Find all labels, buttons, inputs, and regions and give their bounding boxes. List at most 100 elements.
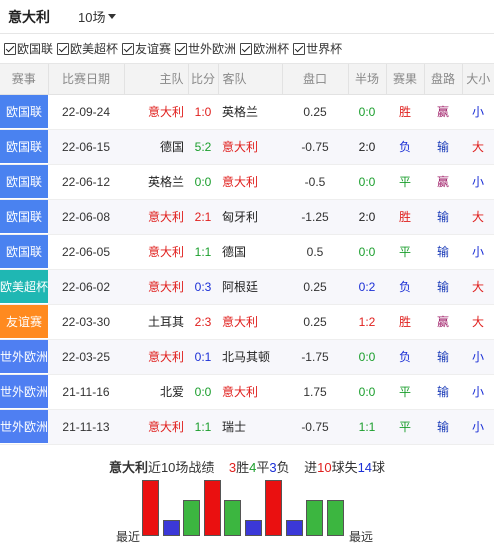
table-row[interactable]: 友谊赛 22-03-30 土耳其 2:3 意大利 0.25 1:2 胜 赢 大: [0, 304, 494, 340]
checkbox-checked-icon[interactable]: [4, 42, 16, 55]
table-row[interactable]: 世外欧洲 21-11-16 北爱 0:0 意大利 1.75 0:0 平 输 小: [0, 374, 494, 410]
away-team[interactable]: 英格兰: [218, 94, 282, 130]
away-team[interactable]: 德国: [218, 234, 282, 270]
home-team[interactable]: 意大利: [124, 234, 188, 270]
league-badge[interactable]: 世外欧洲: [0, 340, 48, 373]
trend-bar: [142, 480, 159, 536]
ou-result: 小: [462, 374, 494, 410]
filter-label: 友谊赛: [135, 42, 172, 56]
table-row[interactable]: 欧国联 22-06-05 意大利 1:1 德国 0.5 0:0 平 输 小: [0, 234, 494, 270]
trend-bar: [224, 500, 241, 536]
table-row[interactable]: 世外欧洲 22-03-25 意大利 0:1 北马其顿 -1.75 0:0 负 输…: [0, 339, 494, 375]
filter-shiwai[interactable]: 世外欧洲: [175, 40, 236, 57]
wins-label: 胜: [236, 460, 250, 475]
goals-for: 10: [317, 460, 332, 475]
asian-result: 输: [424, 374, 462, 410]
handicap: -0.75: [282, 129, 348, 165]
checkbox-checked-icon[interactable]: [57, 42, 70, 55]
checkbox-checked-icon[interactable]: [122, 42, 135, 55]
goals-against-label: 球失: [331, 460, 358, 475]
handicap: 0.25: [282, 269, 348, 305]
halftime-score: 0:0: [348, 164, 386, 200]
filter-youyi[interactable]: 友谊赛: [122, 40, 171, 57]
table-row[interactable]: 欧美超杯 22-06-02 意大利 0:3 阿根廷 0.25 0:2 负 输 大: [0, 269, 494, 305]
home-team[interactable]: 意大利: [124, 409, 188, 445]
chart-right-label: 最远: [349, 530, 374, 543]
match-date: 21-11-13: [48, 409, 124, 445]
league-badge[interactable]: 欧国联: [0, 130, 48, 163]
away-team[interactable]: 阿根廷: [218, 269, 282, 305]
table-row[interactable]: 欧国联 22-06-08 意大利 2:1 匈牙利 -1.25 2:0 胜 输 大: [0, 199, 494, 235]
match-date: 21-11-16: [48, 374, 124, 410]
league-badge[interactable]: 欧国联: [0, 200, 48, 233]
table-row[interactable]: 欧国联 22-06-12 英格兰 0:0 意大利 -0.5 0:0 平 赢 小: [0, 164, 494, 200]
filter-shijie[interactable]: 世界杯: [293, 40, 342, 57]
asian-result: 输: [424, 199, 462, 235]
home-team[interactable]: 意大利: [124, 94, 188, 130]
table-row[interactable]: 欧国联 22-06-15 德国 5:2 意大利 -0.75 2:0 负 输 大: [0, 129, 494, 165]
score: 0:0: [188, 374, 218, 410]
col-result: 赛果: [386, 64, 425, 95]
filter-ouzhou[interactable]: 欧洲杯: [240, 40, 289, 57]
away-team[interactable]: 瑞士: [218, 409, 282, 445]
home-team[interactable]: 土耳其: [124, 304, 188, 340]
home-team[interactable]: 德国: [124, 129, 188, 165]
checkbox-checked-icon[interactable]: [175, 42, 188, 55]
league-badge[interactable]: 欧国联: [0, 235, 48, 268]
match-date: 22-06-08: [48, 199, 124, 235]
losses-count: 3: [269, 460, 277, 475]
halftime-score: 0:0: [348, 339, 386, 375]
filter-ouguo[interactable]: 欧国联: [4, 40, 53, 57]
home-team[interactable]: 北爱: [124, 374, 188, 410]
handicap: 1.75: [282, 374, 348, 410]
asian-result: 输: [424, 409, 462, 445]
filter-oumei[interactable]: 欧美超杯: [57, 40, 118, 57]
halftime-score: 0:2: [348, 269, 386, 305]
away-team[interactable]: 意大利: [218, 374, 282, 410]
handicap: 0.25: [282, 94, 348, 130]
checkbox-checked-icon[interactable]: [240, 42, 253, 55]
match-count-dropdown[interactable]: 10场: [78, 7, 117, 26]
table-row[interactable]: 世外欧洲 21-11-13 意大利 1:1 瑞士 -0.75 1:1 平 输 小: [0, 409, 494, 445]
asian-result: 输: [424, 269, 462, 305]
ou-result: 小: [462, 234, 494, 270]
match-result: 平: [386, 409, 424, 445]
trend-bar: [162, 520, 180, 536]
away-team[interactable]: 意大利: [218, 129, 282, 165]
league-badge[interactable]: 世外欧洲: [0, 375, 48, 408]
match-result: 胜: [386, 94, 424, 130]
home-team[interactable]: 意大利: [124, 199, 188, 235]
draws-label: 平: [256, 460, 270, 475]
away-team[interactable]: 北马其顿: [218, 339, 282, 375]
away-team[interactable]: 意大利: [218, 164, 282, 200]
halftime-score: 1:1: [348, 409, 386, 445]
league-badge[interactable]: 欧美超杯: [0, 270, 48, 303]
league-badge[interactable]: 友谊赛: [0, 305, 48, 338]
away-team[interactable]: 匈牙利: [218, 199, 282, 235]
top-bar: 意大利 10场: [0, 0, 494, 34]
handicap: -1.25: [282, 199, 348, 235]
home-team[interactable]: 意大利: [124, 339, 188, 375]
filter-label: 欧国联: [17, 42, 54, 56]
filter-label: 欧美超杯: [70, 42, 119, 56]
table-row[interactable]: 欧国联 22-09-24 意大利 1:0 英格兰 0.25 0:0 胜 赢 小: [0, 94, 494, 130]
ou-result: 大: [462, 269, 494, 305]
halftime-score: 2:0: [348, 129, 386, 165]
summary-text: 近10场战绩: [147, 460, 215, 475]
league-badge[interactable]: 欧国联: [0, 165, 48, 198]
halftime-score: 0:0: [348, 234, 386, 270]
checkbox-checked-icon[interactable]: [293, 42, 306, 55]
home-team[interactable]: 意大利: [124, 269, 188, 305]
away-team[interactable]: 意大利: [218, 304, 282, 340]
halftime-score: 0:0: [348, 94, 386, 130]
match-date: 22-06-15: [48, 129, 124, 165]
handicap: 0.25: [282, 304, 348, 340]
score: 1:1: [188, 409, 218, 445]
ou-result: 大: [462, 129, 494, 165]
match-date: 22-03-30: [48, 304, 124, 340]
home-team[interactable]: 英格兰: [124, 164, 188, 200]
league-badge[interactable]: 世外欧洲: [0, 410, 48, 443]
trend-bar: [265, 480, 282, 536]
filter-label: 世外欧洲: [188, 42, 237, 56]
league-badge[interactable]: 欧国联: [0, 95, 48, 128]
